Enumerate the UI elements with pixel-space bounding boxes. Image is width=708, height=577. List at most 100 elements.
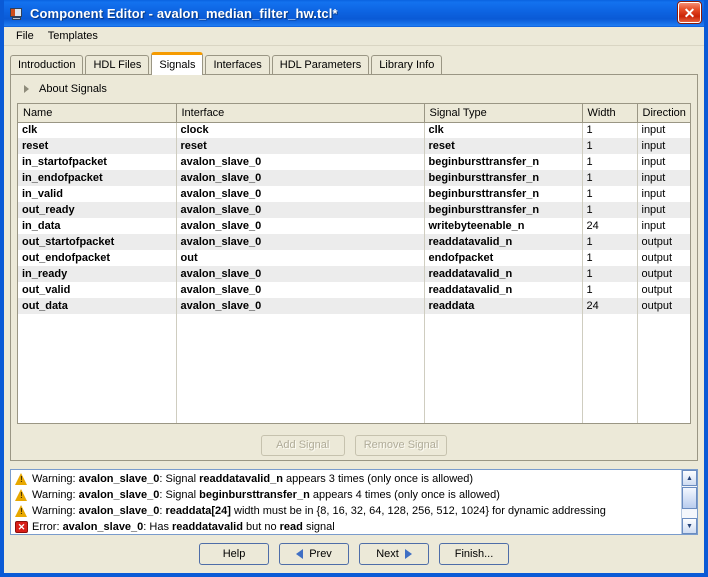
- signal-width-cell: 24: [582, 298, 638, 314]
- signal-direction-cell: input: [641, 188, 666, 200]
- help-button[interactable]: Help: [199, 543, 269, 565]
- prev-button-label: Prev: [309, 548, 332, 560]
- signal-name-cell: in_ready: [18, 266, 177, 282]
- signal-type-cell: beginbursttransfer_n: [424, 170, 583, 186]
- table-row[interactable]: out_endofpacket out endofpacket 1 output: [18, 250, 690, 266]
- signal-interface-cell: clock: [176, 122, 425, 138]
- about-signals-label: About Signals: [39, 83, 107, 95]
- next-button[interactable]: Next: [359, 543, 429, 565]
- signal-interface-cell: avalon_slave_0: [176, 266, 425, 282]
- signal-width-cell: 1: [582, 122, 638, 138]
- table-row[interactable]: out_valid avalon_slave_0 readdatavalid_n 1 o…: [18, 282, 690, 298]
- signal-direction-cell: output: [641, 284, 673, 296]
- signal-direction-cell: output: [637, 234, 690, 250]
- signal-name-cell: out_endofpacket: [18, 250, 177, 266]
- scrollbar-thumb[interactable]: [682, 487, 697, 509]
- warning-message-row[interactable]: Warning: avalon_slave_0: Signal beginbur…: [11, 487, 681, 503]
- error-message-row[interactable]: ✕ Error: avalon_slave_0: Has readdatavali…: [11, 519, 681, 534]
- signal-name-cell: in_valid: [18, 186, 177, 202]
- finish-button[interactable]: Finish...: [439, 543, 509, 565]
- table-row[interactable]: in_ready avalon_slave_0 readdatavalid_n 1 ou…: [18, 266, 690, 282]
- tab-hdl-parameters[interactable]: HDL Parameters: [271, 55, 370, 74]
- column-header-direction[interactable]: Direction: [637, 104, 690, 123]
- signal-direction-cell: output: [637, 298, 690, 314]
- table-row[interactable]: in_endofpacket avalon_slave_0 beginbursttr…: [18, 170, 690, 186]
- close-icon[interactable]: ✕: [678, 2, 701, 23]
- tab-interfaces[interactable]: Interfaces: [205, 55, 270, 74]
- finish-button-label: Finish...: [454, 548, 494, 560]
- signal-width-cell: 1: [582, 202, 638, 218]
- message-text: Warning: avalon_slave_0: Signal beginbur…: [32, 489, 500, 501]
- signal-interface-cell: avalon_slave_0: [176, 298, 425, 314]
- signal-type-cell: readdatavalid_n: [424, 282, 583, 298]
- messages-panel: Warning: avalon_slave_0: Signal readdata…: [10, 469, 698, 535]
- signal-width-cell: 1: [582, 170, 638, 186]
- signals-table-body: clk clock clk 1 input reset reset reset 1 input in…: [18, 122, 690, 423]
- table-row[interactable]: in_data avalon_slave_0 writebyteenable_n 24…: [18, 218, 690, 234]
- chevron-right-icon: [24, 85, 29, 93]
- signal-name-cell: in_endofpacket: [18, 170, 177, 186]
- signal-type-cell: readdatavalid_n: [424, 266, 583, 282]
- warning-message-row[interactable]: Warning: avalon_slave_0: Signal readdata…: [11, 471, 681, 487]
- column-header-interface[interactable]: Interface: [176, 104, 425, 123]
- signals-table-container[interactable]: Name Interface Signal Type Width Directi…: [17, 103, 691, 424]
- arrow-left-icon: [296, 549, 304, 559]
- signal-interface-cell: avalon_slave_0: [176, 154, 425, 170]
- signal-width-cell: 1: [582, 250, 638, 266]
- add-signal-button[interactable]: Add Signal: [260, 435, 345, 456]
- menu-item-templates[interactable]: Templates: [41, 29, 105, 43]
- signal-direction-cell: output: [637, 266, 690, 282]
- table-row[interactable]: out_ready avalon_slave_0 beginbursttransfe…: [18, 202, 690, 218]
- table-row[interactable]: in_valid avalon_slave_0 beginbursttransfer…: [18, 186, 690, 202]
- signal-type-cell: clk: [424, 122, 583, 138]
- signal-direction-cell: input: [641, 124, 666, 137]
- column-header-width[interactable]: Width: [582, 104, 638, 123]
- tab-hdl-files[interactable]: HDL Files: [85, 55, 150, 74]
- scroll-up-icon[interactable]: ▲: [682, 470, 697, 486]
- tab-introduction[interactable]: Introduction: [10, 55, 84, 74]
- table-filler-cell: [18, 314, 177, 423]
- arrow-right-icon: [404, 549, 412, 559]
- column-header-name[interactable]: Name: [18, 104, 177, 123]
- table-row[interactable]: out_data avalon_slave_0 readdata 24 output: [18, 298, 690, 314]
- table-row[interactable]: out_startofpacket avalon_slave_0 readdatav…: [18, 234, 690, 250]
- signal-type-cell: beginbursttransfer_n: [424, 186, 583, 202]
- about-signals-toggle[interactable]: About Signals: [16, 80, 692, 98]
- message-text: Warning: avalon_slave_0: readdata[24] wi…: [32, 505, 606, 517]
- signal-name-cell: out_valid: [18, 282, 177, 298]
- table-header-row: Name Interface Signal Type Width Directi…: [18, 104, 690, 123]
- signal-name-cell: in_startofpacket: [18, 154, 177, 170]
- remove-signal-button[interactable]: Remove Signal: [354, 435, 448, 456]
- signal-width-cell: 1: [582, 186, 638, 202]
- signals-table: Name Interface Signal Type Width Directi…: [18, 104, 690, 423]
- component-editor-icon: [9, 6, 25, 22]
- table-filler-cell: [176, 314, 425, 423]
- component-editor-window: Component Editor - avalon_median_filter_…: [0, 0, 708, 577]
- signal-type-cell: endofpacket: [424, 250, 583, 266]
- scrollbar-track[interactable]: [682, 510, 697, 518]
- signal-type-cell: readdatavalid_n: [424, 234, 583, 250]
- table-row[interactable]: clk clock clk 1 input: [18, 122, 690, 138]
- title-bar[interactable]: Component Editor - avalon_median_filter_…: [4, 0, 704, 27]
- signal-interface-cell: reset: [176, 138, 425, 154]
- signal-type-cell: beginbursttransfer_n: [424, 154, 583, 170]
- tab-library-info[interactable]: Library Info: [371, 55, 443, 74]
- signal-name-cell: in_data: [18, 218, 177, 234]
- table-row[interactable]: in_startofpacket avalon_slave_0 beginburst…: [18, 154, 690, 170]
- prev-button[interactable]: Prev: [279, 543, 349, 565]
- table-row[interactable]: reset reset reset 1 input: [18, 138, 690, 154]
- signal-direction-cell: output: [641, 252, 673, 264]
- menu-bar: File Templates: [4, 27, 704, 46]
- tab-strip: Introduction HDL Files Signals Interface…: [10, 51, 704, 75]
- messages-scrollbar[interactable]: ▲ ▼: [681, 470, 697, 534]
- signal-type-cell: beginbursttransfer_n: [424, 202, 583, 218]
- tab-signals[interactable]: Signals: [151, 52, 204, 75]
- signal-name-cell: clk: [18, 122, 177, 138]
- column-header-signal-type[interactable]: Signal Type: [424, 104, 583, 123]
- message-text: Error: avalon_slave_0: Has readdatavalid…: [32, 521, 335, 533]
- signal-name-cell: reset: [18, 138, 177, 154]
- scroll-down-icon[interactable]: ▼: [682, 518, 697, 534]
- menu-item-file[interactable]: File: [9, 29, 41, 43]
- signal-type-cell: reset: [424, 138, 583, 154]
- warning-message-row[interactable]: Warning: avalon_slave_0: readdata[24] wi…: [11, 503, 681, 519]
